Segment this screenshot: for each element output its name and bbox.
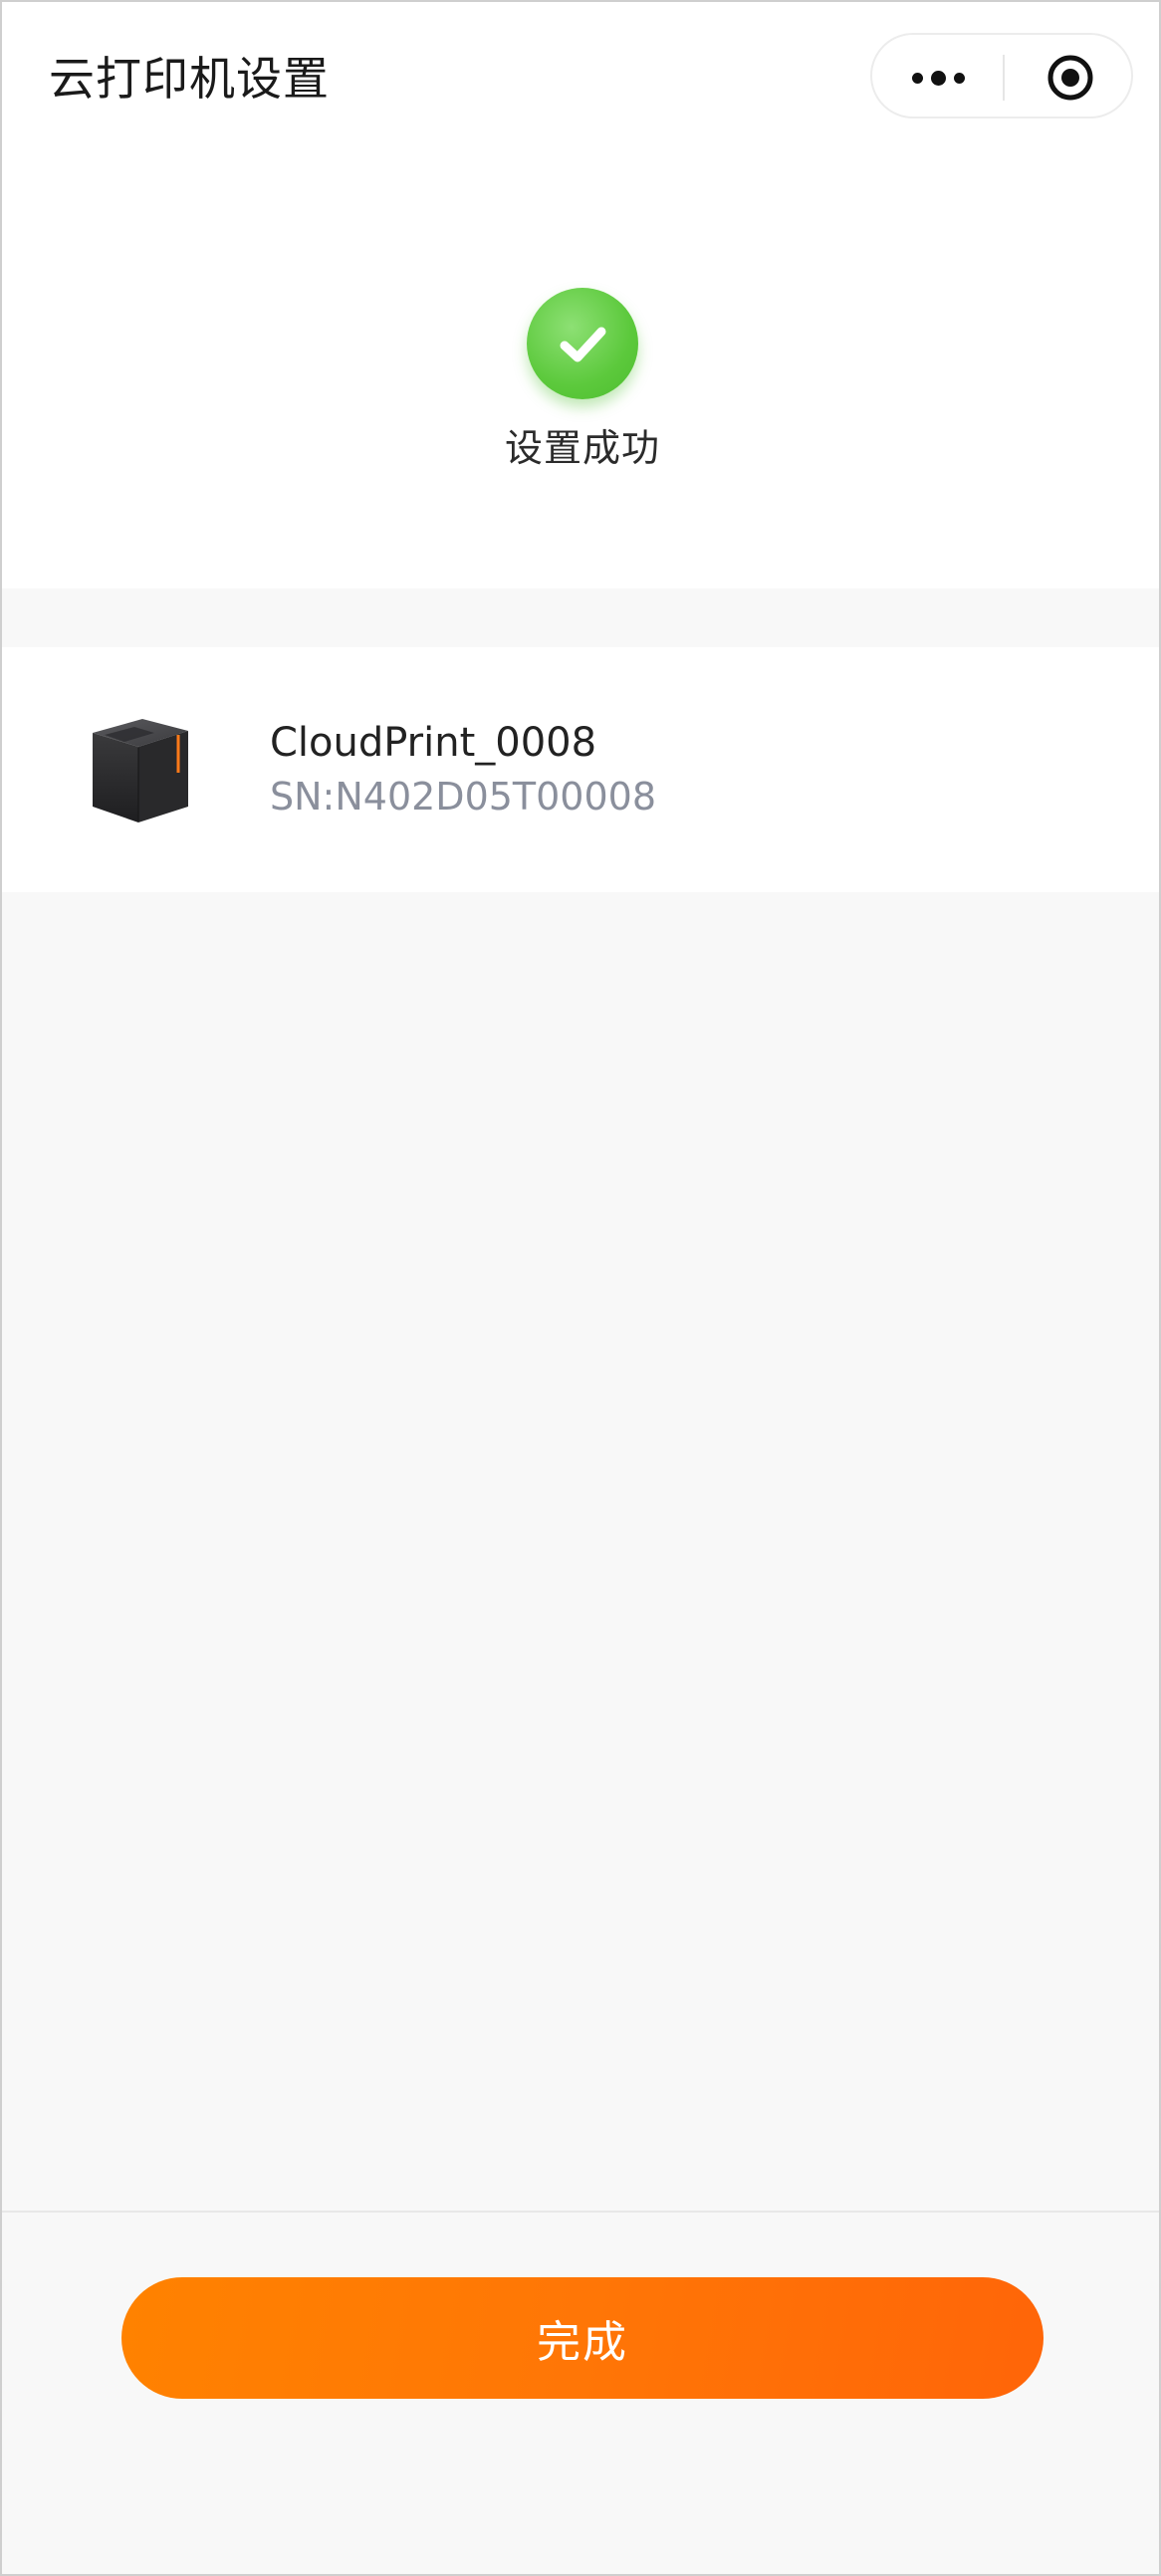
success-message: 设置成功 bbox=[504, 426, 660, 470]
more-dots-icon[interactable] bbox=[912, 63, 966, 93]
success-section: 设置成功 bbox=[2, 156, 1159, 588]
capsule-divider bbox=[1003, 55, 1005, 101]
page-title: 云打印机设置 bbox=[49, 52, 330, 106]
device-name: CloudPrint_0008 bbox=[270, 720, 597, 766]
target-circle-icon[interactable] bbox=[1045, 53, 1095, 103]
nav-header: 云打印机设置 bbox=[2, 2, 1159, 156]
printer-image bbox=[93, 719, 188, 822]
app-frame: 云打印机设置 设置成功 CloudPrint_0008 SN:N402D05T0… bbox=[0, 0, 1161, 2576]
mini-program-capsule bbox=[870, 33, 1133, 118]
footer-divider bbox=[2, 2211, 1159, 2213]
check-circle-icon bbox=[527, 288, 638, 399]
device-serial-number: SN:N402D05T00008 bbox=[270, 775, 657, 819]
device-card: CloudPrint_0008 SN:N402D05T00008 bbox=[2, 647, 1159, 892]
done-button[interactable]: 完成 bbox=[121, 2277, 1044, 2399]
